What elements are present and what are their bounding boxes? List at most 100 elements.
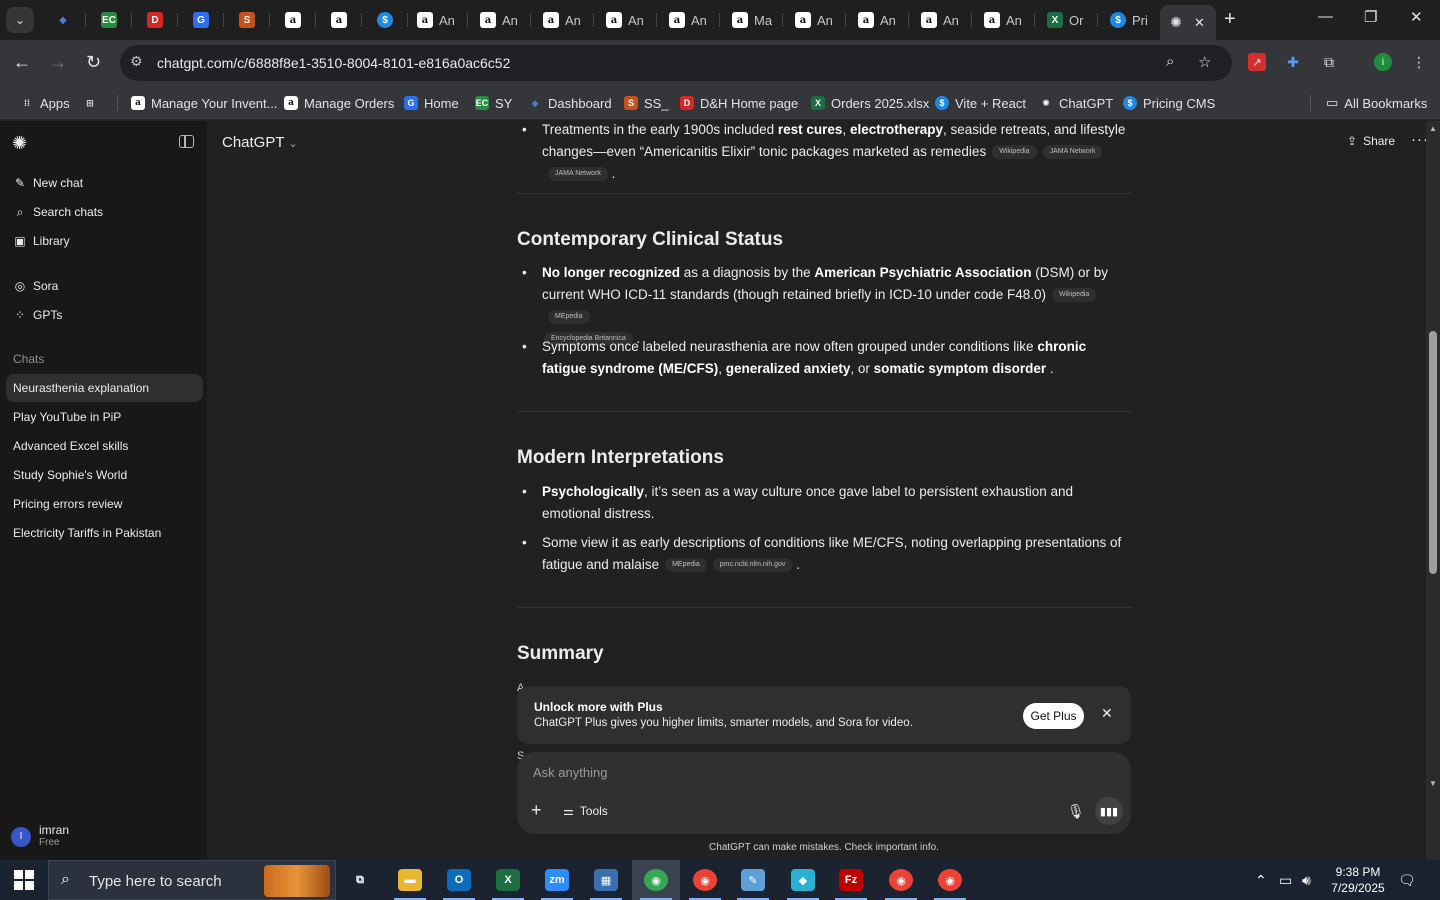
pinned-tab[interactable]: EC xyxy=(86,0,132,40)
get-plus-button[interactable]: Get Plus xyxy=(1023,703,1084,729)
sidebar-chat-item[interactable]: Electricity Tariffs in Pakistan xyxy=(6,519,203,547)
bookmark-item[interactable]: G Home xyxy=(404,93,459,113)
sidebar-item-search-chats[interactable]: ⌕ Search chats xyxy=(13,202,103,222)
taskbar-app-vscode[interactable]: ◆ xyxy=(779,860,827,900)
add-attachment-button[interactable]: + xyxy=(531,800,542,821)
sidebar-chat-item[interactable]: Advanced Excel skills xyxy=(6,432,203,460)
taskbar-app-zoom[interactable]: zm xyxy=(533,860,581,900)
browser-tab[interactable]: a An xyxy=(405,0,468,40)
bookmark-item[interactable]: EC SY xyxy=(475,93,512,113)
microphone-icon[interactable]: 🎙︎ xyxy=(1067,803,1085,820)
zoom-icon[interactable]: ⌕ xyxy=(1166,53,1174,70)
extension-blue-icon[interactable]: ✚ xyxy=(1284,53,1302,71)
taskbar-app-excel[interactable]: X xyxy=(484,860,532,900)
sidebar-chat-item[interactable]: Neurasthenia explanation xyxy=(6,374,203,402)
taskbar-app-filezilla[interactable]: Fz xyxy=(827,860,875,900)
page-scrollbar[interactable]: ▲ ▼ xyxy=(1426,121,1440,860)
taskbar-app-notepad[interactable]: ✎ xyxy=(729,860,777,900)
new-tab-button[interactable]: + xyxy=(1224,8,1236,31)
extension-pdf-icon[interactable]: ↗ xyxy=(1248,53,1266,71)
taskbar-app-file-explorer[interactable]: ▬ xyxy=(386,860,434,900)
bookmark-star-icon[interactable]: ☆ xyxy=(1198,53,1211,71)
browser-tab[interactable]: a An xyxy=(657,0,720,40)
sidebar-toggle-icon[interactable] xyxy=(179,135,194,148)
pinned-tab[interactable]: $ xyxy=(362,0,408,40)
user-profile-button[interactable]: I imran Free xyxy=(11,824,69,849)
pinned-tab[interactable]: ◆ xyxy=(40,0,86,40)
reload-button[interactable]: ↻ xyxy=(86,52,101,73)
browser-tab[interactable]: a An xyxy=(783,0,846,40)
bookmark-item[interactable]: X Orders 2025.xlsx xyxy=(811,93,929,113)
bookmark-item[interactable]: $ Vite + React xyxy=(935,93,1026,113)
restore-window-icon[interactable]: ❐ xyxy=(1364,8,1377,26)
tools-button[interactable]: ⚌ Tools xyxy=(563,804,608,818)
browser-tab[interactable]: a An xyxy=(972,0,1035,40)
sidebar-item-sora[interactable]: ◎ Sora xyxy=(13,276,59,296)
citation-chip[interactable]: Wikipedia xyxy=(992,145,1037,160)
browser-tab[interactable]: a Ma xyxy=(720,0,783,40)
sidebar-chat-item[interactable]: Pricing errors review xyxy=(6,490,203,518)
browser-tab[interactable]: a An xyxy=(909,0,972,40)
citation-chip[interactable]: JAMA Network xyxy=(548,167,608,182)
bookmark-item[interactable]: a Manage Orders xyxy=(284,93,394,113)
bookmark-item[interactable]: D D&H Home page xyxy=(680,93,798,113)
citation-chip[interactable]: pmc.ncbi.nlm.nih.gov xyxy=(712,558,793,573)
tab-search-button[interactable]: ⌄ xyxy=(6,7,34,33)
taskbar-app-outlook[interactable]: O xyxy=(435,860,483,900)
share-button[interactable]: ⇪ Share xyxy=(1347,134,1395,148)
close-icon[interactable]: ✕ xyxy=(1101,705,1113,722)
show-hidden-icons-icon[interactable]: ⌃ xyxy=(1255,872,1267,889)
browser-tab[interactable]: $ Pri xyxy=(1098,0,1161,40)
scrollbar-thumb[interactable] xyxy=(1429,331,1437,574)
url-text[interactable]: chatgpt.com/c/6888f8e1-3510-8004-8101-e8… xyxy=(157,55,510,71)
taskbar-clock[interactable]: 9:38 PM 7/29/2025 xyxy=(1328,864,1388,896)
pinned-tab[interactable]: S xyxy=(224,0,270,40)
browser-menu-icon[interactable]: ⋮ xyxy=(1410,53,1428,71)
taskbar-app-chrome-profile[interactable]: ◉ xyxy=(926,860,974,900)
taskbar-search-box[interactable]: ⌕ Type here to search xyxy=(48,860,336,900)
sidebar-item-new-chat[interactable]: ✎ New chat xyxy=(13,173,83,193)
all-bookmarks-button[interactable]: ▭ All Bookmarks xyxy=(1326,93,1427,113)
pinned-tab[interactable]: G xyxy=(178,0,224,40)
sidebar-chat-item[interactable]: Play YouTube in PiP xyxy=(6,403,203,431)
bookmark-item[interactable]: a Manage Your Invent... xyxy=(131,93,277,113)
sidebar-item-gpts[interactable]: ⁘ GPTs xyxy=(13,305,62,325)
taskbar-app-chrome-profile[interactable]: ◉ xyxy=(877,860,925,900)
citation-chip[interactable]: Wikipedia xyxy=(1051,288,1097,303)
browser-tab[interactable]: a An xyxy=(594,0,657,40)
browser-tab[interactable]: a An xyxy=(531,0,594,40)
active-browser-tab[interactable]: ✺ ✕ xyxy=(1160,5,1216,40)
minimize-window-icon[interactable]: — xyxy=(1318,8,1333,25)
scroll-up-arrow-icon[interactable]: ▲ xyxy=(1429,124,1437,133)
bookmark-item[interactable]: ⊞ xyxy=(83,93,97,113)
pinned-tab[interactable]: a xyxy=(270,0,316,40)
close-tab-icon[interactable]: ✕ xyxy=(1194,15,1205,31)
citation-chip[interactable]: JAMA Network xyxy=(1042,145,1103,160)
voice-mode-button[interactable]: ▮▮▮ xyxy=(1095,797,1123,825)
browser-tab[interactable]: X Or xyxy=(1035,0,1098,40)
sidebar-chat-item[interactable]: Study Sophie's World xyxy=(6,461,203,489)
taskbar-app-task-view[interactable]: ⧉ xyxy=(336,860,384,900)
close-window-icon[interactable]: ✕ xyxy=(1410,8,1423,26)
prompt-input[interactable] xyxy=(533,765,1053,780)
browser-tab[interactable]: a An xyxy=(468,0,531,40)
network-icon[interactable]: ▭ xyxy=(1279,872,1292,889)
profile-avatar-icon[interactable]: i xyxy=(1374,53,1392,71)
back-button[interactable]: ← xyxy=(13,52,31,73)
volume-icon[interactable]: 🔊︎ xyxy=(1302,872,1311,889)
sidebar-item-library[interactable]: ▣ Library xyxy=(13,231,69,251)
taskbar-app-calculator[interactable]: ▦ xyxy=(582,860,630,900)
bookmark-item[interactable]: ⁞⁞ Apps xyxy=(20,93,70,113)
citation-chip[interactable]: MEpedia xyxy=(665,558,707,573)
forward-button[interactable]: → xyxy=(49,52,67,73)
taskbar-app-chrome[interactable]: ◉ xyxy=(632,860,680,900)
address-bar[interactable]: ⚙ chatgpt.com/c/6888f8e1-3510-8004-8101-… xyxy=(120,45,1232,81)
windows-start-icon[interactable] xyxy=(14,870,34,890)
bookmark-item[interactable]: S SS_ xyxy=(624,93,669,113)
citation-chip[interactable]: MEpedia xyxy=(548,310,590,325)
browser-tab[interactable]: a An xyxy=(846,0,909,40)
more-options-button[interactable]: ··· xyxy=(1411,131,1426,148)
pinned-tab[interactable]: a xyxy=(316,0,362,40)
pinned-tab[interactable]: D xyxy=(132,0,178,40)
model-picker[interactable]: ChatGPT ⌄ xyxy=(222,134,298,151)
